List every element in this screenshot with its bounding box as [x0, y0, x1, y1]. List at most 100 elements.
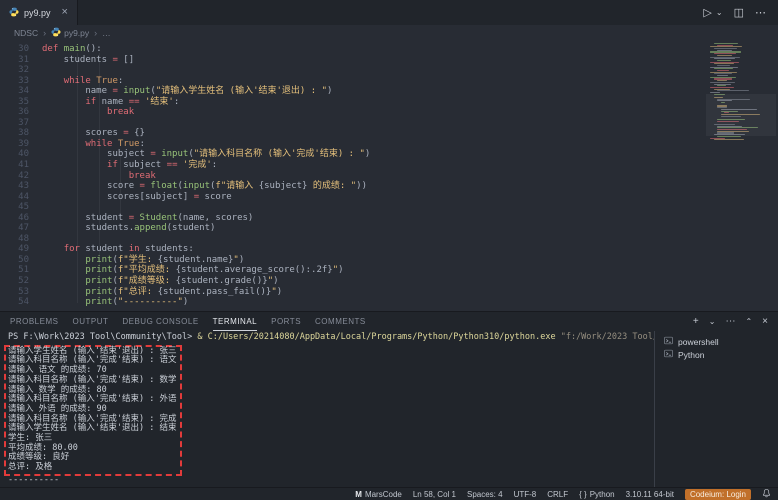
- tab-label: py9.py: [24, 8, 51, 18]
- run-dropdown-icon[interactable]: ⌄: [716, 8, 723, 17]
- run-button[interactable]: ▷: [703, 6, 711, 19]
- code-line[interactable]: 34 name = input("请输入学生姓名 (输入'结束'退出) : "): [0, 86, 778, 97]
- line-number: 51: [0, 265, 42, 276]
- code-line[interactable]: 52 print(f"成绩等级: {student.grade()}"): [0, 276, 778, 287]
- line-number: 36: [0, 107, 42, 118]
- minimap[interactable]: [710, 43, 762, 141]
- line-number: 34: [0, 86, 42, 97]
- panel-tabs: PROBLEMS OUTPUT DEBUG CONSOLE TERMINAL PORTS…: [10, 312, 366, 331]
- status-item-ln-58-col-1[interactable]: Ln 58, Col 1: [413, 490, 456, 499]
- breadcrumb-separator: ›: [94, 28, 97, 38]
- code-line[interactable]: 45: [0, 202, 778, 213]
- code-line[interactable]: 38 scores = {}: [0, 128, 778, 139]
- terminal-output-line: ----------: [8, 476, 654, 486]
- code-line[interactable]: 47 students.append(student): [0, 223, 778, 234]
- line-number: 50: [0, 255, 42, 266]
- line-number: 35: [0, 97, 42, 108]
- code-line[interactable]: 53 print(f"总评: {student.pass_fail()}"): [0, 287, 778, 298]
- breadcrumb-item[interactable]: py9.py: [51, 27, 89, 39]
- maximize-panel-icon[interactable]: ⌃: [745, 317, 752, 326]
- terminal-command-line: PS F:\Work\2023 Tool\Community\Tool> & C…: [8, 333, 654, 343]
- code-line[interactable]: 48: [0, 234, 778, 245]
- code-line[interactable]: 51 print(f"平均成绩: {student.average_score(…: [0, 265, 778, 276]
- new-terminal-icon[interactable]: +: [693, 316, 699, 327]
- code-line[interactable]: 37: [0, 118, 778, 129]
- indent-guide: [77, 53, 78, 303]
- more-actions-icon[interactable]: ⋯: [755, 6, 766, 19]
- code-line[interactable]: 30def main():: [0, 44, 778, 55]
- code-line[interactable]: 32: [0, 65, 778, 76]
- ide-window: py9.py × ▷ ⌄ ◫ ⋯ NDSC › py9.py › … 30def mai…: [0, 0, 778, 500]
- status-item-python[interactable]: { }Python: [579, 490, 614, 499]
- breadcrumb-separator: ›: [43, 28, 46, 38]
- line-number: 54: [0, 297, 42, 308]
- line-number: 38: [0, 128, 42, 139]
- close-panel-icon[interactable]: ×: [762, 316, 768, 327]
- code-line[interactable]: 39 while True:: [0, 139, 778, 150]
- panel-tab-debug-console[interactable]: DEBUG CONSOLE: [122, 312, 198, 331]
- panel-actions: + ⌄ ⋯ ⌃ ×: [693, 316, 768, 327]
- panel-body: PS F:\Work\2023 Tool\Community\Tool> & C…: [0, 331, 778, 487]
- line-number: 41: [0, 160, 42, 171]
- tab-py9[interactable]: py9.py ×: [0, 0, 78, 25]
- close-tab-icon[interactable]: ×: [62, 8, 68, 17]
- panel-tab-terminal[interactable]: TERMINAL: [213, 312, 257, 331]
- terminal-icon: [664, 349, 673, 360]
- code-line[interactable]: 40 subject = input("请输入科目名称 (输入'完成'结束) :…: [0, 149, 778, 160]
- status-item-codeium-login[interactable]: Codeium: Login: [685, 489, 751, 500]
- line-number: 45: [0, 202, 42, 213]
- code-line[interactable]: 43 score = float(input(f"请输入 {subject} 的…: [0, 181, 778, 192]
- editor-actions: ▷ ⌄ ◫ ⋯: [703, 0, 778, 25]
- panel-tab-output[interactable]: OUTPUT: [72, 312, 108, 331]
- code-line[interactable]: 35 if name == '结束':: [0, 97, 778, 108]
- status-item-crlf[interactable]: CRLF: [547, 490, 568, 499]
- panel-more-icon[interactable]: ⋯: [725, 316, 735, 327]
- tab-bar: py9.py × ▷ ⌄ ◫ ⋯: [0, 0, 778, 25]
- line-number: 53: [0, 287, 42, 298]
- code-line[interactable]: 49 for student in students:: [0, 244, 778, 255]
- code-line[interactable]: 41 if subject == '完成':: [0, 160, 778, 171]
- annotation-red-box: 请输入学生姓名 (输入'结束'退出) : 张三请输入科目名称 (输入'完成'结束…: [4, 345, 182, 476]
- status-item-bell[interactable]: [762, 488, 771, 500]
- terminal-output-line: 总评: 及格: [8, 463, 176, 473]
- status-item-utf-8[interactable]: UTF-8: [514, 490, 537, 499]
- panel-header: PROBLEMS OUTPUT DEBUG CONSOLE TERMINAL PORTS…: [0, 312, 778, 331]
- terminal-list-item-powershell[interactable]: powershell: [655, 335, 778, 348]
- terminal-output[interactable]: PS F:\Work\2023 Tool\Community\Tool> & C…: [0, 331, 654, 487]
- line-number: 39: [0, 139, 42, 150]
- minimap-slider[interactable]: [706, 94, 776, 136]
- status-item-marscode[interactable]: MMarsCode: [355, 490, 402, 499]
- code-line[interactable]: 42 break: [0, 171, 778, 182]
- panel-tab-comments[interactable]: COMMENTS: [315, 312, 366, 331]
- breadcrumb-item[interactable]: NDSC: [14, 28, 38, 38]
- marscode-logo-icon: M: [355, 490, 362, 499]
- split-editor-icon[interactable]: ◫: [734, 6, 744, 19]
- code-line[interactable]: 46 student = Student(name, scores): [0, 213, 778, 224]
- line-number: 47: [0, 223, 42, 234]
- line-number: 49: [0, 244, 42, 255]
- line-number: 43: [0, 181, 42, 192]
- code-line[interactable]: 36 break: [0, 107, 778, 118]
- status-item-spaces-4[interactable]: Spaces: 4: [467, 490, 503, 499]
- terminal-icon: [664, 336, 673, 347]
- line-number: 42: [0, 171, 42, 182]
- status-item-3-10-11-64-bit[interactable]: 3.10.11 64-bit: [626, 490, 674, 499]
- line-number: 46: [0, 213, 42, 224]
- panel-tab-ports[interactable]: PORTS: [271, 312, 301, 331]
- code-line[interactable]: 50 print(f"学生: {student.name}"): [0, 255, 778, 266]
- breadcrumb: NDSC › py9.py › …: [0, 25, 778, 41]
- terminal-dropdown-icon[interactable]: ⌄: [709, 317, 716, 326]
- code-lines: 30def main():31 students = []3233 while …: [0, 41, 778, 308]
- line-number: 32: [0, 65, 42, 76]
- code-editor[interactable]: 30def main():31 students = []3233 while …: [0, 41, 778, 311]
- code-line[interactable]: 54 print("----------"): [0, 297, 778, 308]
- panel-tab-problems[interactable]: PROBLEMS: [10, 312, 58, 331]
- terminal-after-lines: ----------: [8, 476, 654, 486]
- terminal-list-item-python[interactable]: Python: [655, 348, 778, 361]
- indent-guide: [120, 151, 121, 216]
- code-line[interactable]: 44 scores[subject] = score: [0, 192, 778, 203]
- lang-mode-icon: { }: [579, 490, 587, 499]
- breadcrumb-item[interactable]: …: [102, 28, 111, 38]
- code-line[interactable]: 31 students = []: [0, 55, 778, 66]
- code-line[interactable]: 33 while True:: [0, 76, 778, 87]
